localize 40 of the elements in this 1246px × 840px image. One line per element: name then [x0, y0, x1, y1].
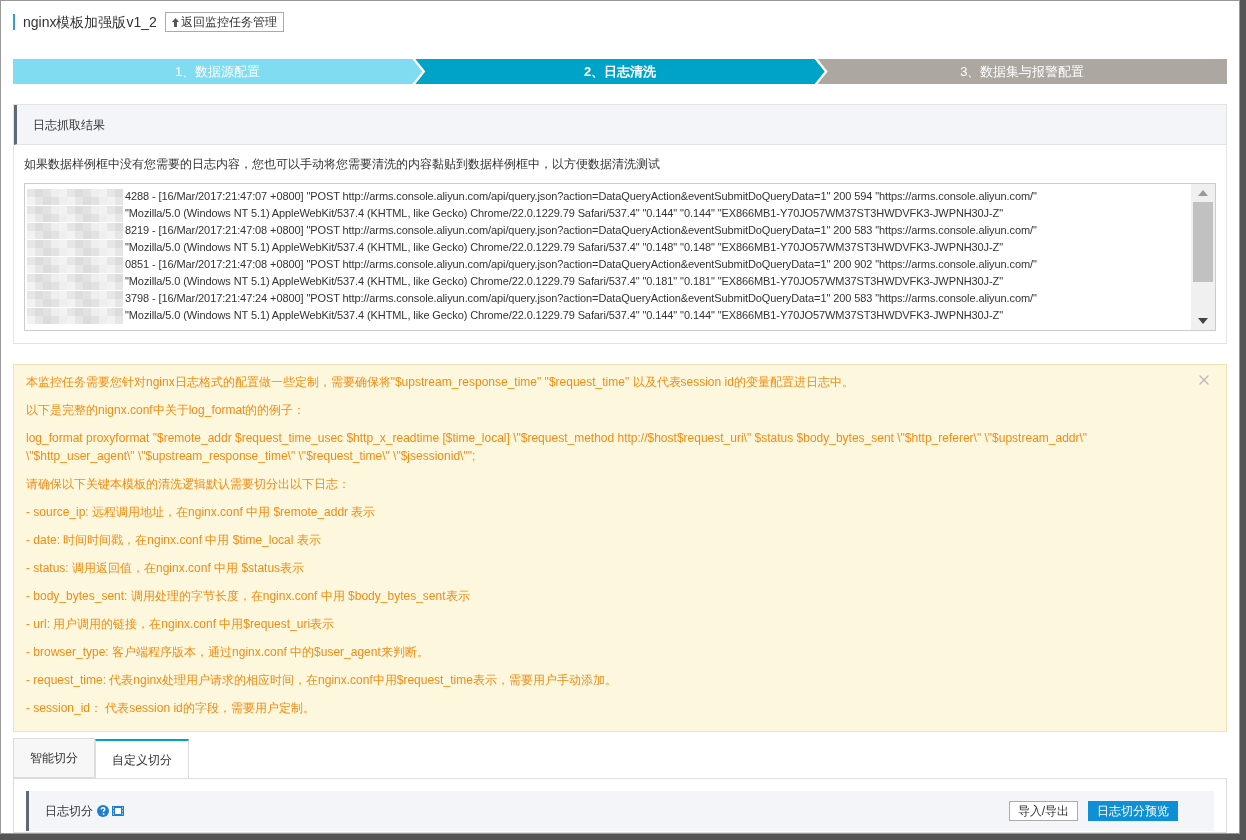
import-export-button[interactable]: 导入/导出 [1008, 801, 1078, 821]
panel-title: 日志切分 [45, 803, 93, 820]
wizard-step: 2、日志清洗 [415, 59, 825, 84]
wizard-step: 1、数据源配置 [13, 59, 423, 84]
notice-text: - session_id： 代表session id的字段，需要用户定制。 [26, 700, 316, 717]
tab[interactable]: 智能切分 [13, 738, 95, 778]
notice-text: - source_ip: 远程调用地址，在nginx.conf 中用 $remote_addr 表示 [26, 504, 377, 521]
notice-text: - url: 用户调用的链接，在nginx.conf 中用$request_uri表示 [26, 616, 336, 633]
notice-text: - browser_type: 客户端程序版本，通过nginx.conf 中的$user_agent来判断。 [26, 644, 430, 661]
scroll-thumb[interactable] [1193, 202, 1213, 282]
notice-text: - date: 时间时间戳，在nginx.conf 中用 $time_local 表示 [26, 532, 322, 549]
log-line: "Mozilla/5.0 (Windows NT 5.1) AppleWebKit/537.4 (KHTML, like Gecko) Chrome/22.0.1229.79 Safari/537.4" "0.181" "0.181" "EX866MB1-Y70JO57WM37ST3HWDVFK3-JWPNH30J-Z" [125, 274, 1003, 290]
film-icon[interactable] [112, 805, 124, 817]
log-line: 0851 - [16/Mar/2017:21:47:08 +0800] "POST http://arms.console.aliyun.com/api/query.json?action=DataQueryAction&eventSubmitDoQueryData=1" 200 902 "https://arms.console.aliyun.com/" [125, 257, 1037, 273]
log-line: "Mozilla/5.0 (Windows NT 5.1) AppleWebKit/537.4 (KHTML, like Gecko) Chrome/22.0.1229.79 Safari/537.4" "0.144" "0.144" "EX866MB1-Y70JO57WM37ST3HWDVFK3-JWPNH30J-Z" [125, 308, 1003, 324]
notice-text: 以下是完整的nignx.conf中关于log_format的的例子： [26, 402, 307, 419]
scrollbar[interactable] [1191, 184, 1215, 330]
scroll-up-icon[interactable] [1198, 190, 1208, 196]
up-arrow-icon [171, 17, 179, 27]
log-line: 8219 - [16/Mar/2017:21:47:08 +0800] "POST http://arms.console.aliyun.com/api/query.json?action=DataQueryAction&eventSubmitDoQueryData=1" 200 583 "https://arms.console.aliyun.com/" [125, 223, 1037, 239]
help-icon[interactable] [97, 805, 109, 817]
notice-text: log_format proxyformat "$remote_addr $request_time_usec $http_x_readtime [$time_local] \"$request_method http://$host$request_uri\" $status $body_bytes_sent \"$http_referer\" \"$upstream_addr\" \"$http_user_agent\" \"$upstream_response_time\" \"$request_time\" \"$jsessionid\""; [26, 430, 1089, 465]
notice-text: - body_bytes_sent: 调用处理的字节长度，在nginx.conf 中用 $body_bytes_sent表示 [26, 588, 471, 605]
log-line: "Mozilla/5.0 (Windows NT 5.1) AppleWebKit/537.4 (KHTML, like Gecko) Chrome/22.0.1229.79 Safari/537.4" "0.144" "0.144" "EX866MB1-Y70JO57WM37ST3HWDVFK3-JWPNH30J-Z" [125, 206, 1003, 222]
panel-title: 日志抓取结果 [33, 116, 105, 134]
wizard-step: 3、数据集与报警配置 [817, 59, 1227, 84]
tab[interactable]: 自定义切分 [95, 739, 189, 779]
hint-text: 如果数据样例框中没有您需要的日志内容，您也可以手动将您需要清洗的内容黏贴到数据样例框中，以方便数据清洗测试 [24, 156, 661, 173]
preview-button[interactable]: 日志切分预览 [1088, 801, 1178, 821]
log-sample-field[interactable] [24, 183, 1216, 331]
notice-text: 请确保以下关键本模板的清洗逻辑默认需要切分出以下日志： [26, 476, 351, 493]
page-title: nginx模板加强版v1_2 [23, 12, 157, 32]
notice-text: - status: 调用返回值，在nginx.conf 中用 $status表示 [26, 560, 306, 577]
notice-text: - request_time: 代表nginx处理用户请求的相应时间，在nginx.conf中用$request_time表示，需要用户手动添加。 [26, 672, 618, 689]
back-button[interactable]: 返回监控任务管理 [164, 12, 284, 32]
log-line: "Mozilla/5.0 (Windows NT 5.1) AppleWebKit/537.4 (KHTML, like Gecko) Chrome/22.0.1229.79 Safari/537.4" "0.148" "0.148" "EX866MB1-Y70JO57WM37ST3HWDVFK3-JWPNH30J-Z" [125, 240, 1003, 256]
notice-text: 本监控任务需要您针对nginx日志格式的配置做一些定制，需要确保将"$upstream_response_time" "$request_time" 以及代表session id的变量配置进日志中。 [26, 374, 855, 391]
log-line: 4288 - [16/Mar/2017:21:47:07 +0800] "POST http://arms.console.aliyun.com/api/query.json?action=DataQueryAction&eventSubmitDoQueryData=1" 200 594 "https://arms.console.aliyun.com/" [125, 189, 1037, 205]
scroll-down-icon[interactable] [1198, 318, 1208, 324]
log-line: 3798 - [16/Mar/2017:21:47:24 +0800] "POST http://arms.console.aliyun.com/api/query.json?action=DataQueryAction&eventSubmitDoQueryData=1" 200 583 "https://arms.console.aliyun.com/" [125, 291, 1037, 307]
